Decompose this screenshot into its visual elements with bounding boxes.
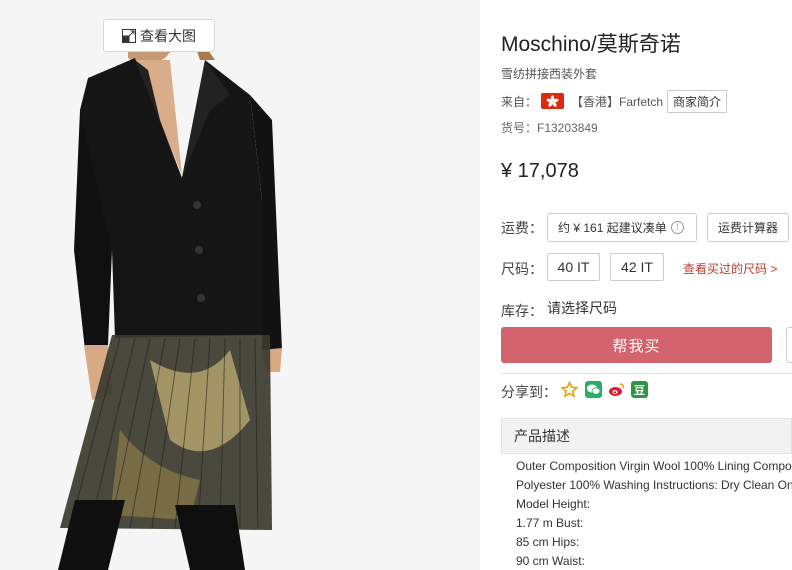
shipping-label: 运费： — [501, 220, 543, 236]
sku-number: 货号：F13203849 — [501, 121, 598, 135]
expand-image-icon — [122, 28, 136, 43]
size-label: 尺码： — [501, 261, 543, 277]
description-line: 1.77 m Bust: — [516, 516, 584, 530]
favorite-star-icon[interactable] — [561, 381, 578, 398]
size-option-42[interactable]: 42 IT — [610, 253, 664, 281]
view-large-label: 查看大图 — [140, 27, 196, 44]
divider — [501, 373, 792, 374]
stock-value: 请选择尺码 — [547, 300, 617, 316]
model-photo — [0, 0, 480, 570]
shipping-calculator-button[interactable]: 运费计算器 — [707, 213, 789, 242]
size-history-link[interactable]: 查看买过的尺码 > — [683, 260, 777, 277]
product-title: Moschino/莫斯奇诺 — [501, 33, 681, 56]
product-subtitle: 雪纺拼接西装外套 — [501, 67, 598, 81]
size-option-40[interactable]: 40 IT — [547, 253, 600, 281]
wechat-icon[interactable] — [585, 381, 602, 398]
weibo-icon[interactable] — [608, 381, 625, 398]
description-line: 90 cm Waist: — [516, 554, 585, 568]
description-heading[interactable]: 产品描述 — [501, 418, 792, 454]
share-label: 分享到： — [501, 384, 557, 400]
info-icon[interactable]: ! — [670, 221, 684, 234]
origin-row: 来自： 【香港】Farfetch 商家简介 — [501, 89, 728, 113]
price: ¥ 17,078 — [501, 160, 579, 182]
product-image[interactable]: 查看大图 — [0, 0, 480, 570]
store-intro-button[interactable]: 商家简介 — [667, 89, 728, 113]
description-line: Outer Composition Virgin Wool 100% Linin… — [516, 459, 792, 473]
douban-icon[interactable]: 豆 — [631, 381, 648, 398]
buy-for-me-button[interactable]: 帮我买 — [501, 327, 772, 363]
origin-store: 【香港】Farfetch — [571, 94, 664, 109]
stock-label: 库存： — [501, 303, 543, 319]
hong-kong-flag-icon — [541, 93, 565, 109]
description-body: Outer Composition Virgin Wool 100% Linin… — [516, 457, 792, 570]
description-line: 85 cm Hips: — [516, 535, 580, 549]
description-line: Model Height: — [516, 497, 591, 511]
shipping-estimate: 约 ¥ 161 起建议凑单 — [558, 221, 667, 235]
product-info-panel: Moschino/莫斯奇诺 雪纺拼接西装外套 来自： 【香港】Farfetch … — [501, 0, 792, 570]
secondary-action-button[interactable] — [786, 327, 792, 363]
view-large-image-button[interactable]: 查看大图 — [103, 19, 215, 52]
shipping-estimate-box[interactable]: 约 ¥ 161 起建议凑单 ! — [547, 213, 697, 242]
description-line: Polyester 100% Washing Instructions: Dry… — [516, 478, 792, 492]
origin-label: 来自： — [501, 94, 538, 109]
